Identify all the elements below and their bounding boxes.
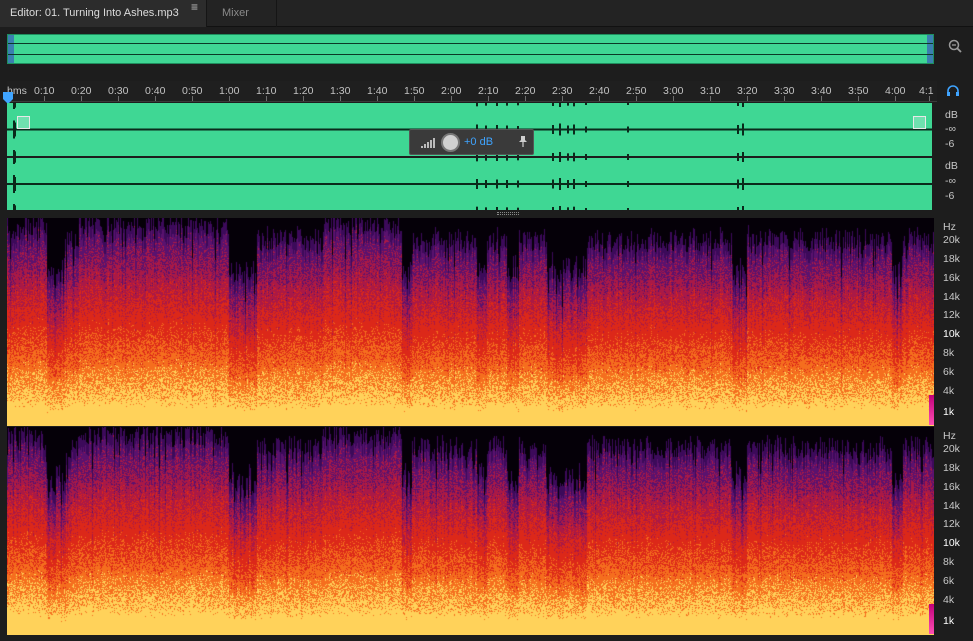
ruler-tick	[525, 96, 526, 101]
ruler-tick	[192, 96, 193, 101]
db-scale-right: dB -∞ -6	[937, 158, 973, 210]
ruler-tick	[451, 96, 452, 101]
volume-knob[interactable]	[441, 133, 460, 152]
hz-tick-label: 8k	[943, 556, 955, 568]
time-ruler[interactable]: hms 0:10 0:20 0:30 0:40 0:50 1:00 1:10 1:20 1:30 1…	[7, 81, 937, 102]
headphones-icon[interactable]	[945, 84, 961, 98]
ruler-tick	[929, 96, 930, 101]
spectral-channel-left[interactable]	[7, 218, 934, 426]
ruler-time-label: 4:1	[919, 85, 934, 97]
hz-tick-label: 14k	[943, 291, 960, 303]
hz-tick-label: 18k	[943, 462, 960, 474]
db-scale-left: dB -∞ -6	[937, 103, 973, 156]
db-minus6-label: -6	[945, 138, 955, 150]
ruler-tick	[784, 96, 785, 101]
panel-splitter[interactable]	[497, 212, 519, 215]
fade-out-handle[interactable]	[913, 116, 926, 129]
ruler-tick	[673, 96, 674, 101]
hz-tick-label: 10k	[943, 328, 960, 340]
hz-tick-label: 20k	[943, 234, 960, 246]
ruler-tick	[44, 96, 45, 101]
db-inf-label: -∞	[945, 123, 956, 135]
spectral-edge-indicator	[929, 604, 934, 634]
tab-menu-icon[interactable]: ≡	[191, 0, 198, 14]
ruler-tick	[710, 96, 711, 101]
hz-tick-label: 6k	[943, 575, 955, 587]
db-unit-label: dB	[945, 160, 958, 172]
fade-in-handle[interactable]	[17, 116, 30, 129]
waveform-channel-right[interactable]	[7, 158, 932, 210]
ruler-tick	[303, 96, 304, 101]
ruler-tick	[562, 96, 563, 101]
ruler-tick	[895, 96, 896, 101]
overview-navigator[interactable]	[7, 34, 934, 64]
hz-tick-label: 1k	[943, 406, 955, 418]
hz-tick-label: 12k	[943, 309, 960, 321]
hz-tick-label: 14k	[943, 500, 960, 512]
tab-editor-label: Editor: 01. Turning Into Ashes.mp3	[10, 7, 179, 19]
zoom-out-icon[interactable]	[945, 38, 965, 58]
db-minus6-label: -6	[945, 190, 955, 202]
hz-unit-label: Hz	[943, 430, 956, 442]
hz-tick-label: 10k	[943, 537, 960, 549]
spectral-channel-right[interactable]	[7, 427, 934, 635]
volume-hud[interactable]: +0 dB	[409, 129, 534, 155]
ruler-tick	[747, 96, 748, 101]
ruler-tick	[599, 96, 600, 101]
spectrogram-right	[7, 427, 934, 635]
tab-mixer[interactable]: Mixer	[207, 0, 277, 27]
volume-value[interactable]: +0 dB	[464, 136, 493, 148]
ruler-tick	[266, 96, 267, 101]
ruler-tick	[858, 96, 859, 101]
ruler-tick	[377, 96, 378, 101]
hz-tick-label: 16k	[943, 272, 960, 284]
spectral-edge-indicator	[929, 395, 934, 425]
hz-tick-label: 20k	[943, 443, 960, 455]
ruler-tick	[414, 96, 415, 101]
hz-tick-label: 12k	[943, 518, 960, 530]
hz-tick-label: 16k	[943, 481, 960, 493]
db-unit-label: dB	[945, 109, 958, 121]
hz-tick-label: 1k	[943, 615, 955, 627]
db-inf-label: -∞	[945, 175, 956, 187]
hz-scale-left: Hz 20k 18k 16k 14k 12k 10k 8k 6k 4k 1k	[937, 218, 973, 426]
level-bars-icon	[421, 138, 435, 148]
hz-scale-right: Hz 20k 18k 16k 14k 12k 10k 8k 6k 4k 1k	[937, 427, 973, 635]
ruler-tick	[155, 96, 156, 101]
ruler-tick	[636, 96, 637, 101]
waveform-right-peaks	[7, 158, 932, 210]
ruler-tick	[81, 96, 82, 101]
hz-tick-label: 4k	[943, 385, 955, 397]
overview-channel-line	[8, 54, 933, 55]
hz-unit-label: Hz	[943, 221, 956, 233]
pin-icon[interactable]	[518, 136, 528, 150]
ruler-tick	[118, 96, 119, 101]
tab-bar: Editor: 01. Turning Into Ashes.mp3 ≡ Mix…	[0, 0, 973, 27]
ruler-tick	[229, 96, 230, 101]
hz-tick-label: 18k	[943, 253, 960, 265]
spectrogram-left	[7, 218, 934, 426]
hz-tick-label: 6k	[943, 366, 955, 378]
hz-tick-label: 4k	[943, 594, 955, 606]
tab-editor[interactable]: Editor: 01. Turning Into Ashes.mp3	[0, 0, 207, 27]
ruler-tick	[340, 96, 341, 101]
overview-left-handle[interactable]	[8, 35, 14, 63]
overview-channel-line	[8, 43, 933, 44]
ruler-tick	[821, 96, 822, 101]
overview-right-handle[interactable]	[927, 35, 933, 63]
tab-mixer-label: Mixer	[222, 7, 249, 19]
ruler-tick	[488, 96, 489, 101]
hz-tick-label: 8k	[943, 347, 955, 359]
